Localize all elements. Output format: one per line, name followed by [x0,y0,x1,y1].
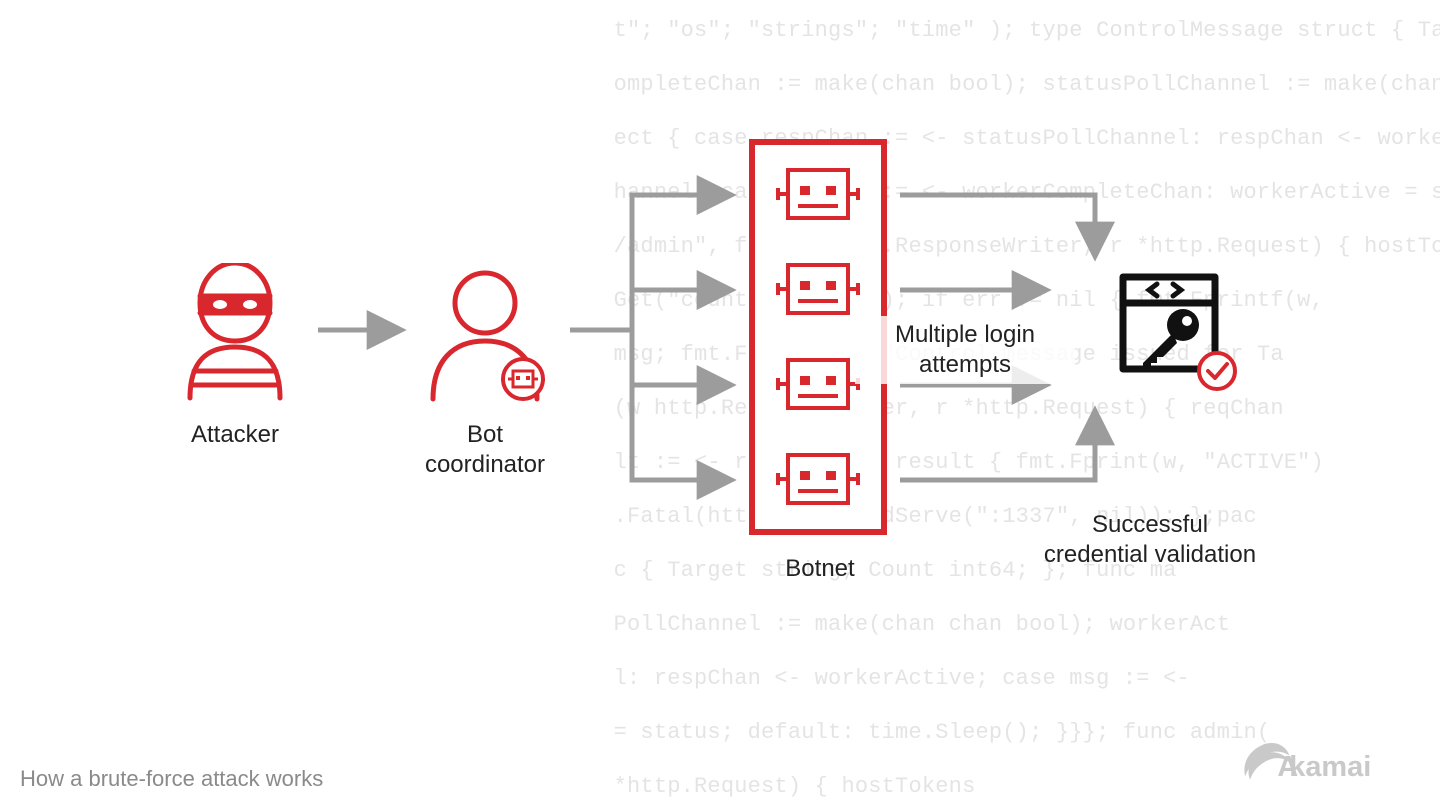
svg-text:A: A [1277,751,1298,783]
success-label-l2: credential validation [1044,541,1256,568]
arrows [0,0,1440,810]
success-label: Successful credential validation [1010,510,1290,570]
attempts-label-l2: attempts [919,351,1011,378]
attempts-label: Multiple login attempts [855,316,1075,384]
coordinator-label-l2: coordinator [425,451,545,478]
akamai-logo: kamai A [1240,737,1410,788]
botnet-label: Botnet [760,554,880,584]
coordinator-label-l1: Bot [467,421,503,448]
attempts-label-l1: Multiple login [895,321,1035,348]
success-label-l1: Successful [1092,511,1208,538]
attacker-label: Attacker [155,420,315,450]
coordinator-label: Bot coordinator [395,420,575,480]
svg-text:kamai: kamai [1289,751,1371,783]
figure-caption: How a brute-force attack works [20,766,323,792]
diagram-canvas: t"; "os"; "strings"; "time" ); type Cont… [0,0,1440,810]
